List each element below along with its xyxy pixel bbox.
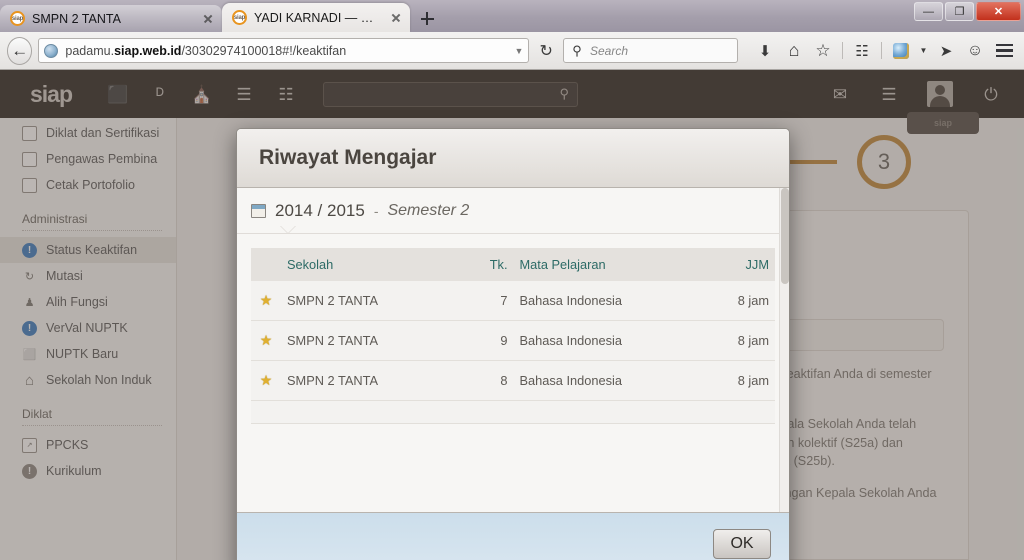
- scrollbar-thumb[interactable]: [781, 188, 789, 284]
- siap-favicon-icon: siap: [232, 10, 247, 25]
- divider: [881, 42, 882, 59]
- riwayat-mengajar-dialog: Riwayat Mengajar 2014 / 2015 - Semester …: [236, 128, 790, 560]
- minimize-button[interactable]: —: [914, 2, 943, 21]
- browser-tab-2[interactable]: siap YADI KARNADI — SIAP Pa...: [222, 3, 410, 32]
- period-row: 2014 / 2015 - Semester 2: [237, 188, 789, 234]
- site-globe-icon: [44, 43, 59, 58]
- dialog-scrollbar[interactable]: [779, 188, 789, 512]
- cell-jjm: 8 jam: [703, 281, 775, 321]
- cell-tk: 9: [451, 320, 514, 361]
- siap-favicon-icon: siap: [10, 11, 25, 26]
- cell-mapel: Bahasa Indonesia: [513, 360, 703, 401]
- col-tk: Tk.: [451, 248, 514, 281]
- send-tab-icon[interactable]: ➤: [933, 38, 959, 64]
- back-button[interactable]: ←: [7, 36, 33, 65]
- window-controls: — ❐ ✕: [914, 2, 1021, 21]
- cell-tk: 7: [451, 281, 514, 321]
- chevron-down-icon[interactable]: ▼: [514, 46, 523, 56]
- col-sekolah: Sekolah: [281, 248, 452, 281]
- reading-list-icon[interactable]: ☷: [849, 38, 875, 64]
- star-icon: ★: [259, 292, 273, 308]
- dialog-body: 2014 / 2015 - Semester 2 Sekolah Tk. Mat…: [237, 188, 789, 512]
- browser-titlebar: siap SMPN 2 TANTA siap YADI KARNADI — SI…: [0, 0, 1024, 32]
- star-cell: ★: [251, 320, 281, 361]
- url-prefix: padamu.: [65, 43, 115, 58]
- tab-strip: siap SMPN 2 TANTA siap YADI KARNADI — SI…: [0, 0, 442, 32]
- chevron-down-icon[interactable]: ▼: [917, 46, 930, 55]
- table-header-row: Sekolah Tk. Mata Pelajaran JJM: [251, 248, 775, 281]
- tab-title: SMPN 2 TANTA: [32, 11, 121, 26]
- table-row-empty: [251, 400, 775, 424]
- home-icon[interactable]: ⌂: [781, 38, 807, 64]
- cell-mapel: Bahasa Indonesia: [513, 281, 703, 321]
- table-body: ★ SMPN 2 TANTA 7 Bahasa Indonesia 8 jam …: [251, 281, 775, 424]
- bookmark-star-icon[interactable]: ☆: [810, 38, 836, 64]
- search-icon: ⚲: [572, 42, 582, 58]
- url-domain: siap.web.id: [114, 43, 182, 58]
- hamburger-icon: [995, 43, 1013, 58]
- star-icon: ★: [259, 332, 273, 348]
- cell-sekolah: SMPN 2 TANTA: [281, 281, 452, 321]
- feedback-smiley-icon[interactable]: ☺: [962, 38, 988, 64]
- star-cell: ★: [251, 360, 281, 401]
- col-star: [251, 248, 281, 281]
- cell-jjm: 8 jam: [703, 360, 775, 401]
- restore-button[interactable]: ❐: [945, 2, 974, 21]
- reload-button[interactable]: ↻: [535, 39, 557, 63]
- cell-sekolah: SMPN 2 TANTA: [281, 360, 452, 401]
- close-window-button[interactable]: ✕: [976, 2, 1021, 21]
- empty-cell: [251, 400, 775, 424]
- cell-jjm: 8 jam: [703, 320, 775, 361]
- screen: siap SMPN 2 TANTA siap YADI KARNADI — SI…: [0, 0, 1024, 560]
- close-icon[interactable]: [388, 10, 404, 26]
- riwayat-mengajar-table: Sekolah Tk. Mata Pelajaran JJM ★ SMPN 2 …: [251, 248, 775, 424]
- url-path: /30302974100018#!/keaktifan: [181, 43, 347, 58]
- cell-sekolah: SMPN 2 TANTA: [281, 320, 452, 361]
- dialog-header: Riwayat Mengajar: [237, 129, 789, 188]
- history-table-wrapper: Sekolah Tk. Mata Pelajaran JJM ★ SMPN 2 …: [237, 234, 789, 424]
- browser-navbar: ← padamu.siap.web.id/30302974100018#!/ke…: [0, 32, 1024, 70]
- ok-button[interactable]: OK: [713, 528, 771, 559]
- address-bar[interactable]: padamu.siap.web.id/30302974100018#!/keak…: [38, 38, 530, 63]
- table-row[interactable]: ★ SMPN 2 TANTA 9 Bahasa Indonesia 8 jam: [251, 320, 775, 361]
- browser-tab-1[interactable]: siap SMPN 2 TANTA: [0, 5, 222, 32]
- period-dash: -: [373, 202, 379, 219]
- star-cell: ★: [251, 281, 281, 321]
- col-mata-pelajaran: Mata Pelajaran: [513, 248, 703, 281]
- divider: [842, 42, 843, 59]
- new-tab-button[interactable]: [412, 5, 442, 32]
- dialog-footer: OK: [237, 512, 789, 560]
- browser-search-box[interactable]: ⚲ Search: [563, 38, 738, 63]
- star-icon: ★: [259, 372, 273, 388]
- period-year: 2014 / 2015: [275, 200, 365, 220]
- menu-button[interactable]: [991, 38, 1017, 64]
- tab-title: YADI KARNADI — SIAP Pa...: [254, 10, 381, 25]
- page-content: siap ⬛ ᴰ ⛪ ☰ ☷ ⚲ ✉ ☰ ⏻ Diklat dan Sertif…: [0, 70, 1024, 560]
- table-row[interactable]: ★ SMPN 2 TANTA 8 Bahasa Indonesia 8 jam: [251, 360, 775, 401]
- table-row[interactable]: ★ SMPN 2 TANTA 7 Bahasa Indonesia 8 jam: [251, 281, 775, 321]
- col-jjm: JJM: [703, 248, 775, 281]
- download-icon[interactable]: ⬇: [752, 38, 778, 64]
- browser-toolbar-icons: ⬇ ⌂ ☆ ☷ ▼ ➤ ☺: [752, 38, 1017, 64]
- search-placeholder: Search: [590, 43, 629, 58]
- weather-globe-icon[interactable]: [888, 38, 914, 64]
- dialog-title: Riwayat Mengajar: [259, 146, 437, 169]
- calendar-icon: [251, 203, 266, 218]
- table-header: Sekolah Tk. Mata Pelajaran JJM: [251, 248, 775, 281]
- period-semester: Semester 2: [387, 201, 470, 219]
- address-bar-value: padamu.siap.web.id/30302974100018#!/keak…: [65, 44, 507, 58]
- cell-tk: 8: [451, 360, 514, 401]
- close-icon[interactable]: [200, 11, 216, 27]
- cell-mapel: Bahasa Indonesia: [513, 320, 703, 361]
